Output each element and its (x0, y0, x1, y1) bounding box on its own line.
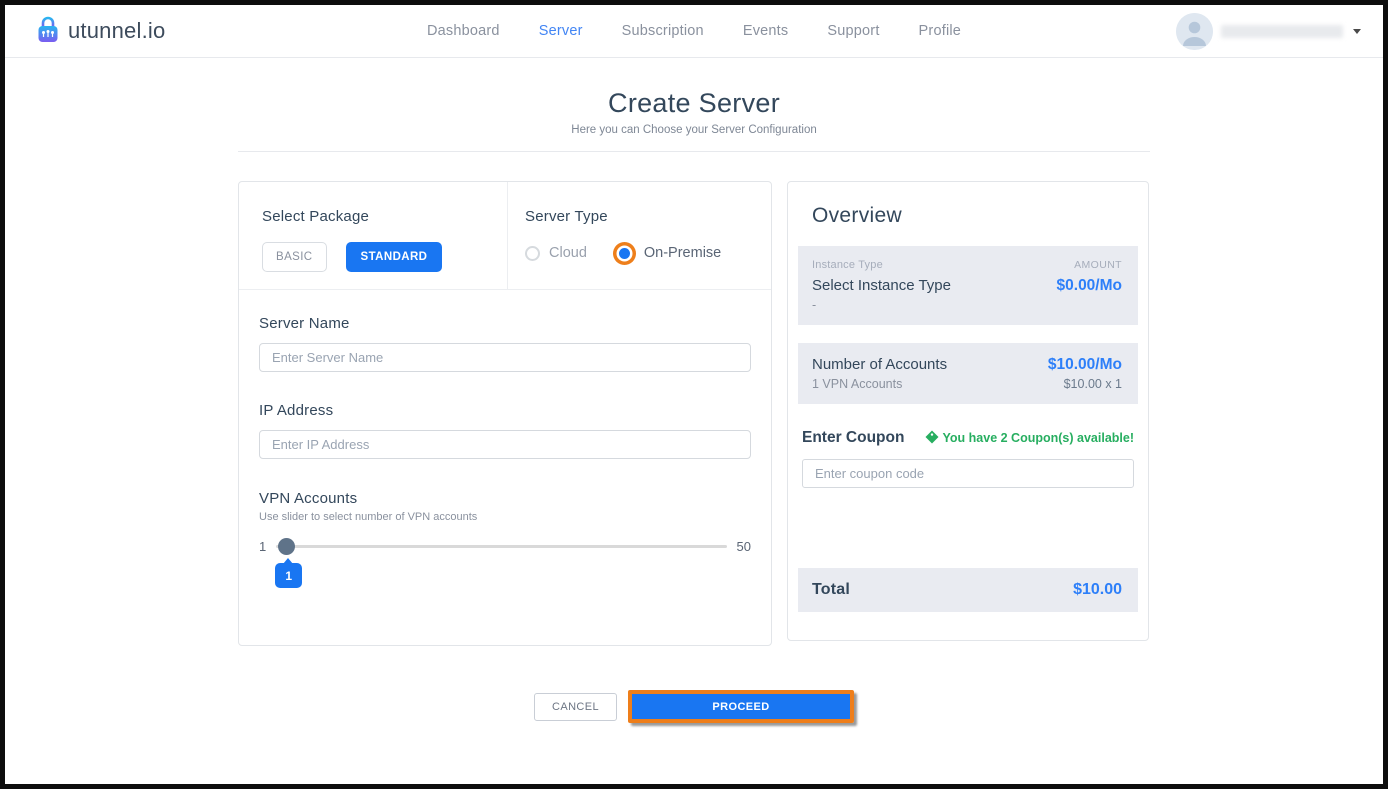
content-area: Select Package BASIC STANDARD Server Typ… (238, 181, 1150, 646)
instance-type-header: Instance Type (812, 259, 883, 271)
slider-value-tooltip: 1 (275, 563, 302, 588)
server-type-label: Server Type (525, 208, 771, 225)
accounts-label: Number of Accounts (812, 356, 947, 373)
overview-card: Overview Instance Type AMOUNT Select Ins… (787, 181, 1149, 641)
form-actions: CANCEL PROCEED (5, 690, 1383, 723)
slider-min-label: 1 (259, 539, 266, 554)
total-label: Total (812, 581, 850, 599)
main-nav: Dashboard Server Subscription Events Sup… (5, 23, 1383, 39)
vpn-accounts-label: VPN Accounts (259, 490, 751, 507)
instance-amount: $0.00/Mo (1057, 277, 1122, 295)
ip-address-label: IP Address (259, 402, 751, 419)
select-package-label: Select Package (262, 208, 507, 225)
server-name-input[interactable] (259, 343, 751, 372)
vpn-accounts-slider[interactable]: 1 (276, 537, 726, 555)
nav-dashboard[interactable]: Dashboard (427, 23, 500, 39)
package-buttons: BASIC STANDARD (262, 242, 507, 272)
page-title: Create Server (5, 88, 1383, 119)
instance-type-value: Select Instance Type (812, 277, 951, 294)
radio-on-premise[interactable] (619, 248, 630, 259)
accounts-box: Number of Accounts $10.00/Mo 1 VPN Accou… (798, 343, 1138, 404)
app-window: utunnel.io Dashboard Server Subscription… (0, 0, 1388, 789)
create-server-page: utunnel.io Dashboard Server Subscription… (5, 5, 1383, 784)
proceed-highlight-annotation: PROCEED (628, 690, 854, 723)
amount-header: AMOUNT (1074, 259, 1122, 271)
slider-max-label: 50 (737, 539, 751, 554)
coupon-tag-icon (925, 430, 939, 447)
nav-support[interactable]: Support (827, 23, 879, 39)
title-divider (238, 151, 1150, 152)
slider-handle[interactable] (278, 538, 295, 555)
select-package-section: Select Package BASIC STANDARD (239, 182, 508, 289)
instance-type-box: Instance Type AMOUNT Select Instance Typ… (798, 246, 1138, 325)
nav-events[interactable]: Events (743, 23, 789, 39)
nav-server[interactable]: Server (539, 23, 583, 39)
radio-cloud[interactable] (525, 246, 540, 261)
card-top-row: Select Package BASIC STANDARD Server Typ… (239, 182, 771, 290)
coupon-code-input[interactable] (802, 459, 1134, 488)
server-config-card: Select Package BASIC STANDARD Server Typ… (238, 181, 772, 646)
server-type-options: Cloud On-Premise (525, 245, 771, 261)
card-body: Server Name IP Address VPN Accounts Use … (239, 315, 771, 555)
nav-subscription[interactable]: Subscription (622, 23, 704, 39)
server-name-label: Server Name (259, 315, 751, 332)
nav-profile[interactable]: Profile (919, 23, 962, 39)
top-navbar: utunnel.io Dashboard Server Subscription… (5, 5, 1383, 58)
coupon-section: Enter Coupon You have 2 Coupon(s) availa… (798, 429, 1138, 488)
total-box: Total $10.00 (798, 568, 1138, 612)
accounts-detail: 1 VPN Accounts (812, 377, 902, 391)
vpn-accounts-helper: Use slider to select number of VPN accou… (259, 511, 751, 523)
radio-on-premise-label[interactable]: On-Premise (644, 245, 721, 261)
accounts-calc: $10.00 x 1 (1064, 377, 1122, 391)
proceed-button[interactable]: PROCEED (632, 694, 850, 719)
coupon-availability: You have 2 Coupon(s) available! (925, 430, 1134, 447)
cancel-button[interactable]: CANCEL (534, 693, 617, 721)
coupon-label: Enter Coupon (802, 429, 904, 447)
overview-title: Overview (798, 204, 1138, 228)
user-name-redacted (1221, 25, 1343, 38)
package-basic-button[interactable]: BASIC (262, 242, 327, 272)
slider-track[interactable] (276, 545, 726, 548)
ip-address-input[interactable] (259, 430, 751, 459)
accounts-amount: $10.00/Mo (1048, 356, 1122, 374)
vpn-accounts-slider-row: 1 1 50 (259, 537, 751, 555)
instance-detail: - (812, 298, 1122, 312)
radio-cloud-label[interactable]: Cloud (549, 245, 587, 261)
page-subtitle: Here you can Choose your Server Configur… (5, 124, 1383, 136)
server-type-section: Server Type Cloud On-Premise (508, 182, 771, 289)
coupon-availability-text: You have 2 Coupon(s) available! (943, 431, 1134, 445)
package-standard-button[interactable]: STANDARD (346, 242, 443, 272)
total-amount: $10.00 (1073, 581, 1122, 599)
